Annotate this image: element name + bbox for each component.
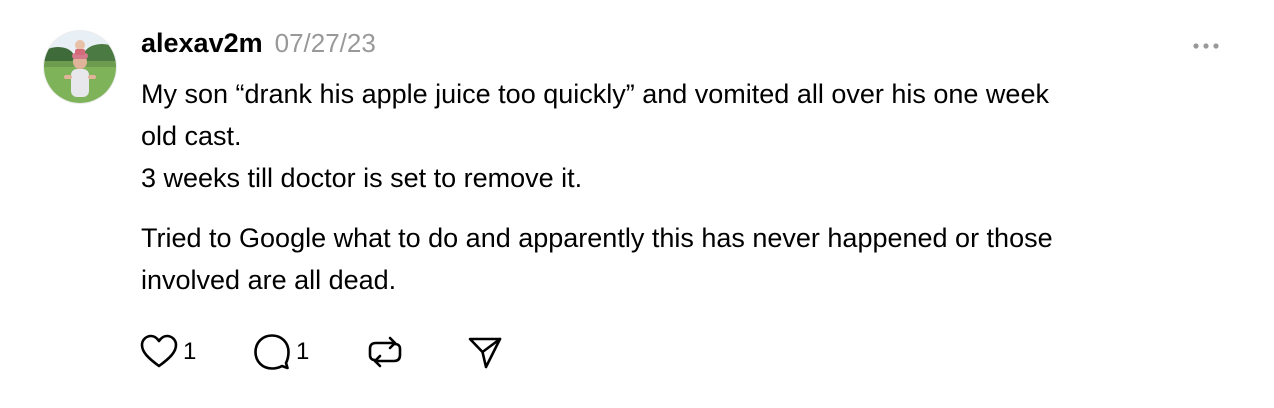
send-icon <box>468 337 502 369</box>
repost-icon <box>368 336 402 368</box>
post-text-line: Tried to Google what to do and apparentl… <box>141 223 1053 253</box>
user-avatar[interactable] <box>44 31 116 103</box>
post-actions: 1 1 <box>140 332 506 372</box>
thread-post: alexav2m 07/27/23 My son “drank his appl… <box>0 0 1274 408</box>
avatar-photo <box>44 31 116 103</box>
username[interactable]: alexav2m <box>141 28 263 59</box>
like-count: 1 <box>183 338 197 365</box>
comment-icon <box>254 334 290 370</box>
post-timestamp[interactable]: 07/27/23 <box>275 28 376 59</box>
more-options-button[interactable] <box>1186 32 1226 60</box>
post-text-line: My son “drank his apple juice too quickl… <box>141 79 1049 109</box>
post-paragraph: Tried to Google what to do and apparentl… <box>141 217 1221 301</box>
reply-count: 1 <box>296 338 310 365</box>
like-button[interactable]: 1 <box>140 332 253 372</box>
post-text-line: 3 weeks till doctor is set to remove it. <box>141 163 583 193</box>
post-text-line: involved are all dead. <box>141 265 397 295</box>
more-horizontal-icon <box>1193 43 1219 49</box>
repost-button[interactable] <box>366 332 466 372</box>
post-paragraph: My son “drank his apple juice too quickl… <box>141 73 1221 199</box>
share-button[interactable] <box>466 332 506 372</box>
reply-button[interactable]: 1 <box>253 332 366 372</box>
post-text-line: old cast. <box>141 121 242 151</box>
heart-icon <box>140 334 178 368</box>
post-header: alexav2m 07/27/23 <box>141 28 376 64</box>
post-body: My son “drank his apple juice too quickl… <box>141 73 1221 301</box>
